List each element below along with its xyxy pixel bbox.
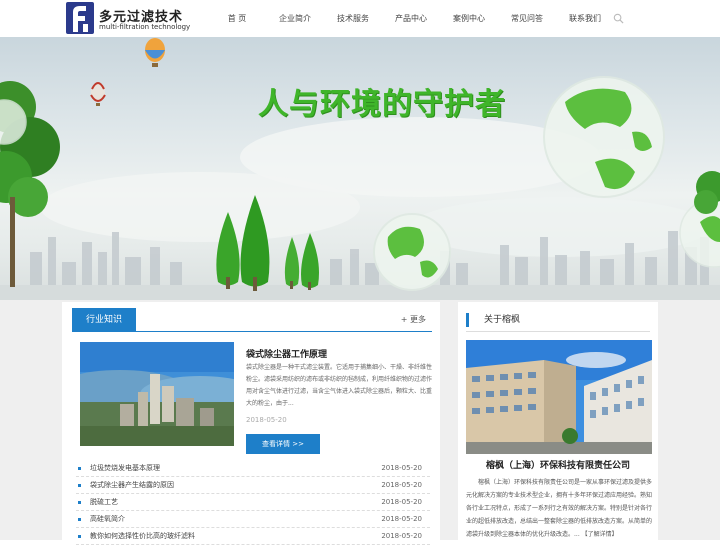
nav-contact[interactable]: 联系我们	[556, 0, 614, 37]
news-list: 垃圾焚烧发电基本原理 2018-05-20 袋式除尘器产生结露的原因 2018-…	[76, 460, 430, 545]
news-title[interactable]: 脱硫工艺	[90, 494, 118, 511]
nav-faq[interactable]: 常见问答	[498, 0, 556, 37]
about-section-header: 关于榕枫	[466, 308, 650, 332]
featured-description: 袋式除尘器是一种干式滤尘装置。它适用于捕集细小、干燥、非纤维性粉尘。滤袋采用纺织…	[246, 364, 433, 407]
nav-about[interactable]: 企业简介	[266, 0, 324, 37]
nav-tech-service[interactable]: 技术服务	[324, 0, 382, 37]
nav-products[interactable]: 产品中心	[382, 0, 440, 37]
about-title[interactable]: 关于榕枫	[484, 308, 520, 332]
bullet-icon	[78, 467, 81, 470]
company-description: 榕枫（上海）环保科技有限责任公司是一家从事环保过滤及提供多元化解决方案的专业技术…	[466, 479, 653, 538]
nav-home[interactable]: 首 页	[208, 0, 266, 37]
company-building-image[interactable]	[466, 340, 652, 454]
news-date: 2018-05-20	[381, 481, 422, 489]
nav-cases[interactable]: 案例中心	[440, 0, 498, 37]
news-title[interactable]: 高硅氧简介	[90, 511, 125, 528]
list-item[interactable]: 高硅氧简介 2018-05-20	[76, 511, 430, 528]
search-icon[interactable]	[613, 13, 624, 24]
more-link[interactable]: + 更多	[401, 314, 426, 325]
company-name: 榕枫（上海）环保科技有限责任公司	[485, 461, 630, 471]
bullet-icon	[78, 518, 81, 521]
logo[interactable]: 多元过滤技术 multi-filtration technology	[66, 2, 190, 34]
news-date: 2018-05-20	[381, 464, 422, 472]
featured-image[interactable]	[80, 342, 234, 446]
industry-section-header: 行业知识 + 更多	[72, 308, 432, 332]
banner-illustration	[0, 38, 720, 300]
news-title[interactable]: 教你如何选择性价比高的玻纤滤料	[90, 528, 195, 545]
featured-date: 2018-05-20	[246, 416, 287, 424]
news-date: 2018-05-20	[381, 515, 422, 523]
main-nav: 首 页 企业简介 技术服务 产品中心 案例中心 常见问答 联系我们	[208, 0, 614, 37]
industry-knowledge-panel: 行业知识 + 更多 袋式除尘器工作原理 袋式除尘器是一种干式滤尘装置。它适用于捕…	[62, 302, 440, 545]
hero-banner[interactable]: 人与环境的守护者	[0, 37, 720, 300]
globe-large	[543, 76, 665, 198]
about-panel: 关于榕枫 榕枫（上海）环保科技有限责任公司 榕枫（上海）环保科技有限责任公司是一…	[458, 302, 658, 540]
logo-subtext: multi-filtration technology	[99, 23, 191, 31]
bullet-icon	[78, 484, 81, 487]
header: 多元过滤技术 multi-filtration technology 首 页 企…	[0, 0, 720, 37]
tab-industry-knowledge[interactable]: 行业知识	[72, 308, 136, 332]
bullet-icon	[78, 501, 81, 504]
news-title[interactable]: 垃圾焚烧发电基本原理	[90, 460, 160, 477]
accent-bar	[466, 313, 469, 327]
logo-mark-icon	[66, 2, 94, 34]
news-date: 2018-05-20	[381, 532, 422, 540]
view-details-button[interactable]: 查看详情 >>	[246, 434, 320, 454]
list-item[interactable]: 垃圾焚烧发电基本原理 2018-05-20	[76, 460, 430, 477]
news-title[interactable]: 袋式除尘器产生结露的原因	[90, 477, 174, 494]
bullet-icon	[78, 535, 81, 538]
list-item[interactable]: 袋式除尘器产生结露的原因 2018-05-20	[76, 477, 430, 494]
content-area: 行业知识 + 更多 袋式除尘器工作原理 袋式除尘器是一种干式滤尘装置。它适用于捕…	[0, 300, 720, 545]
news-date: 2018-05-20	[381, 498, 422, 506]
banner-slogan: 人与环境的守护者	[258, 87, 506, 122]
list-item[interactable]: 教你如何选择性价比高的玻纤滤料 2018-05-20	[76, 528, 430, 545]
featured-title[interactable]: 袋式除尘器工作原理	[246, 347, 327, 360]
list-item[interactable]: 脱硫工艺 2018-05-20	[76, 494, 430, 511]
globe-small	[373, 213, 451, 291]
